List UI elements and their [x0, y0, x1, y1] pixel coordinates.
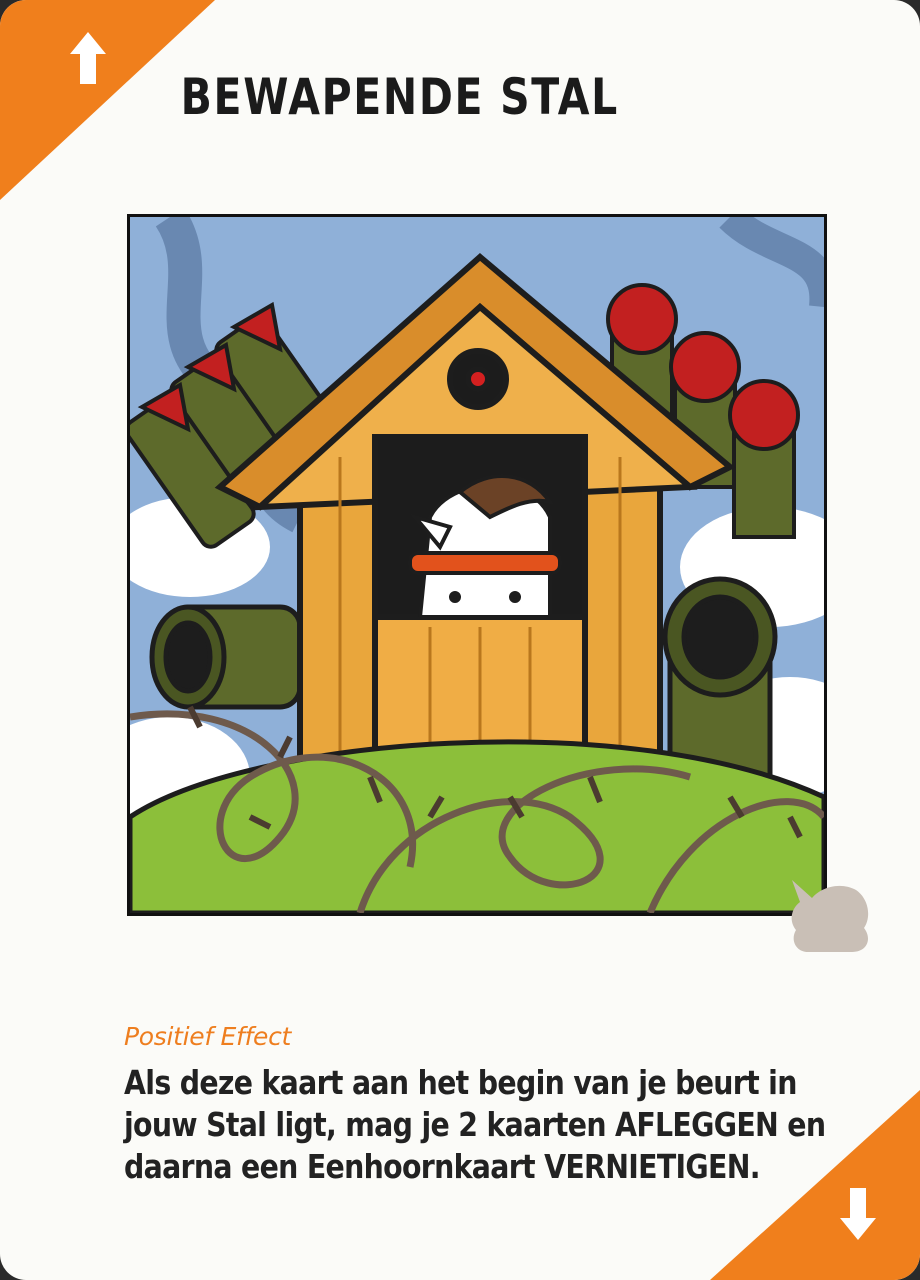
- card-illustration: [127, 214, 827, 916]
- effect-label: Positief Effect: [124, 1022, 292, 1051]
- effect-text-line: daarna een Eenhoornkaart VERNIETIGEN.: [124, 1147, 761, 1186]
- effect-text: Als deze kaart aan het begin van je beur…: [124, 1062, 864, 1188]
- unicorn-head-icon: [791, 880, 869, 952]
- card[interactable]: BEWAPENDE STAL Positief Effect Als deze …: [0, 0, 920, 1280]
- arrow-down-icon: [840, 1188, 876, 1240]
- effect-text-line: jouw Stal ligt, mag je 2 kaarten AFLEGGE…: [124, 1105, 826, 1144]
- card-title: BEWAPENDE STAL: [180, 68, 619, 126]
- effect-text-line: Als deze kaart aan het begin van je beur…: [124, 1063, 797, 1102]
